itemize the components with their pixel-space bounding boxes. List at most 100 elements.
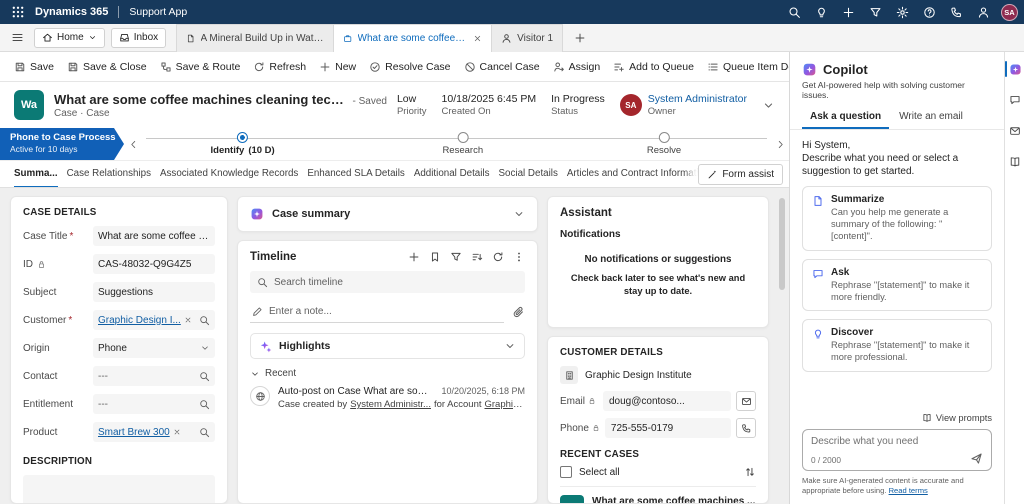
assign-button[interactable]: Assign [547, 55, 607, 79]
remove-value-icon[interactable] [184, 316, 192, 324]
view-prompts-button[interactable]: View prompts [922, 413, 992, 423]
tab-enhanced-sla-details[interactable]: Enhanced SLA Details [307, 161, 405, 187]
tab-articles-contract-information[interactable]: Articles and Contract Information [567, 161, 710, 187]
send-icon[interactable] [970, 452, 983, 465]
recent-group-toggle[interactable]: Recent [250, 368, 525, 379]
close-tab-icon[interactable] [473, 34, 482, 43]
timeline-entry-autopost[interactable]: Auto-post on Case What are some coffee m… [250, 386, 525, 410]
product-lookup[interactable]: Smart Brew 300 [93, 422, 215, 442]
help-icon[interactable] [917, 0, 941, 24]
customer-account-name[interactable]: Graphic Design Institute [585, 370, 692, 381]
session-tab-coffee-machines[interactable]: What are some coffee mac... [334, 23, 493, 52]
expand-header-chevron-icon[interactable] [762, 99, 775, 112]
call-phone-icon[interactable] [736, 418, 756, 438]
save-button[interactable]: Save [8, 55, 60, 79]
lookup-search-icon[interactable] [199, 427, 210, 438]
recent-case-title[interactable]: What are some coffee machines ... [592, 496, 756, 503]
save-and-close-button[interactable]: Save & Close [61, 55, 153, 79]
tab-summary[interactable]: Summa... [14, 161, 58, 187]
bpf-scroll-left-icon[interactable] [124, 128, 142, 160]
settings-gear-icon[interactable] [890, 0, 914, 24]
send-email-icon[interactable] [736, 391, 756, 411]
knowledge-pane-icon[interactable] [1005, 153, 1024, 171]
brand-title[interactable]: Dynamics 365 [35, 6, 108, 18]
customer-lookup-link[interactable]: Graphic Design I... [98, 315, 181, 326]
home-button[interactable]: Home [34, 27, 105, 48]
product-lookup-link[interactable]: Smart Brew 300 [98, 427, 170, 438]
suggestion-card-discover[interactable]: Discover Rephrase "[statement]" to make … [802, 319, 992, 373]
sort-arrows-icon[interactable] [744, 466, 756, 478]
waffle-menu-icon[interactable] [6, 0, 30, 24]
bpf-scroll-right-icon[interactable] [771, 128, 789, 160]
tab-associated-knowledge-records[interactable]: Associated Knowledge Records [160, 161, 298, 187]
new-button[interactable]: New [313, 55, 362, 79]
timeline-sort-icon[interactable] [471, 251, 483, 263]
filter-icon[interactable] [863, 0, 887, 24]
timeline-search-box[interactable] [250, 271, 525, 293]
timeline-more-icon[interactable] [513, 251, 525, 263]
case-summary-card[interactable]: Case summary [237, 196, 538, 232]
chevron-down-icon[interactable] [513, 208, 525, 220]
timeline-refresh-icon[interactable] [492, 251, 504, 263]
tab-ask-a-question[interactable]: Ask a question [802, 107, 890, 129]
scrollbar-thumb[interactable] [779, 198, 785, 290]
refresh-button[interactable]: Refresh [247, 55, 312, 79]
owner-field[interactable]: SA System Administrator Owner [619, 93, 747, 117]
timeline-search-input[interactable] [274, 276, 518, 288]
account-record-link[interactable]: Graphic Design Inst... [485, 399, 526, 410]
read-terms-link[interactable]: Read terms [889, 486, 928, 495]
tab-additional-details[interactable]: Additional Details [414, 161, 490, 187]
entitlement-lookup[interactable]: --- [93, 394, 215, 414]
stage-resolve[interactable]: Resolve [647, 132, 681, 156]
sitemap-toggle-icon[interactable] [6, 27, 28, 49]
copilot-lightbulb-icon[interactable] [809, 0, 833, 24]
save-and-route-button[interactable]: Save & Route [154, 55, 247, 79]
user-avatar[interactable]: SA [1001, 3, 1018, 21]
description-textarea[interactable] [23, 475, 215, 503]
timeline-add-icon[interactable] [408, 251, 420, 263]
suggestion-card-ask[interactable]: Ask Rephrase "[statement]" to make it mo… [802, 258, 992, 312]
highlights-section[interactable]: Highlights [250, 333, 525, 359]
quick-create-icon[interactable] [836, 0, 860, 24]
copilot-pane-icon[interactable] [1005, 60, 1024, 78]
phone-dialer-icon[interactable] [944, 0, 968, 24]
cancel-case-button[interactable]: Cancel Case [458, 55, 546, 79]
timeline-bookmark-icon[interactable] [429, 251, 441, 263]
chevron-down-icon[interactable] [504, 340, 516, 352]
add-to-queue-button[interactable]: Add to Queue [607, 55, 700, 79]
stage-research[interactable]: Research [442, 132, 483, 156]
tab-case-relationships[interactable]: Case Relationships [67, 161, 151, 187]
customer-lookup[interactable]: Graphic Design I... [93, 310, 215, 330]
origin-dropdown[interactable]: Phone [93, 338, 215, 358]
select-all-checkbox[interactable] [560, 466, 572, 478]
suggestion-card-summarize[interactable]: Summarize Can you help me generate a sum… [802, 186, 992, 251]
search-icon[interactable] [782, 0, 806, 24]
note-input[interactable] [269, 306, 502, 317]
session-tab-visitor[interactable]: Visitor 1 [492, 23, 564, 52]
new-session-plus-icon[interactable] [569, 27, 591, 49]
subject-input[interactable]: Suggestions [93, 282, 215, 302]
attachment-paperclip-icon[interactable] [512, 306, 525, 319]
session-tab-mineral-buildup[interactable]: A Mineral Build Up in Water Su... [176, 23, 335, 52]
customer-account-row[interactable]: Graphic Design Institute [560, 366, 756, 384]
owner-link[interactable]: System Administrator [648, 93, 747, 105]
copilot-prompt-input[interactable] [811, 435, 983, 447]
contact-lookup[interactable]: --- [93, 366, 215, 386]
lookup-search-icon[interactable] [199, 315, 210, 326]
recent-case-list-item[interactable]: Wa What are some coffee machines ... Act… [560, 486, 756, 503]
process-badge[interactable]: Phone to Case Process Active for 10 days [0, 128, 124, 160]
app-name[interactable]: Support App [129, 6, 187, 18]
chat-pane-icon[interactable] [1005, 91, 1024, 109]
resolve-case-button[interactable]: Resolve Case [363, 55, 456, 79]
tab-write-an-email[interactable]: Write an email [891, 107, 971, 129]
lookup-search-icon[interactable] [199, 371, 210, 382]
account-person-icon[interactable] [971, 0, 995, 24]
owner-record-link[interactable]: System Administr... [350, 399, 431, 410]
inbox-button[interactable]: Inbox [110, 27, 167, 48]
stage-identify[interactable]: Identify (10 D) [211, 132, 275, 156]
vertical-scrollbar[interactable] [778, 196, 787, 504]
tab-social-details[interactable]: Social Details [499, 161, 558, 187]
remove-value-icon[interactable] [173, 428, 181, 436]
copilot-input-box[interactable]: 0 / 2000 [802, 428, 992, 471]
form-assist-button[interactable]: Form assist [698, 164, 783, 185]
